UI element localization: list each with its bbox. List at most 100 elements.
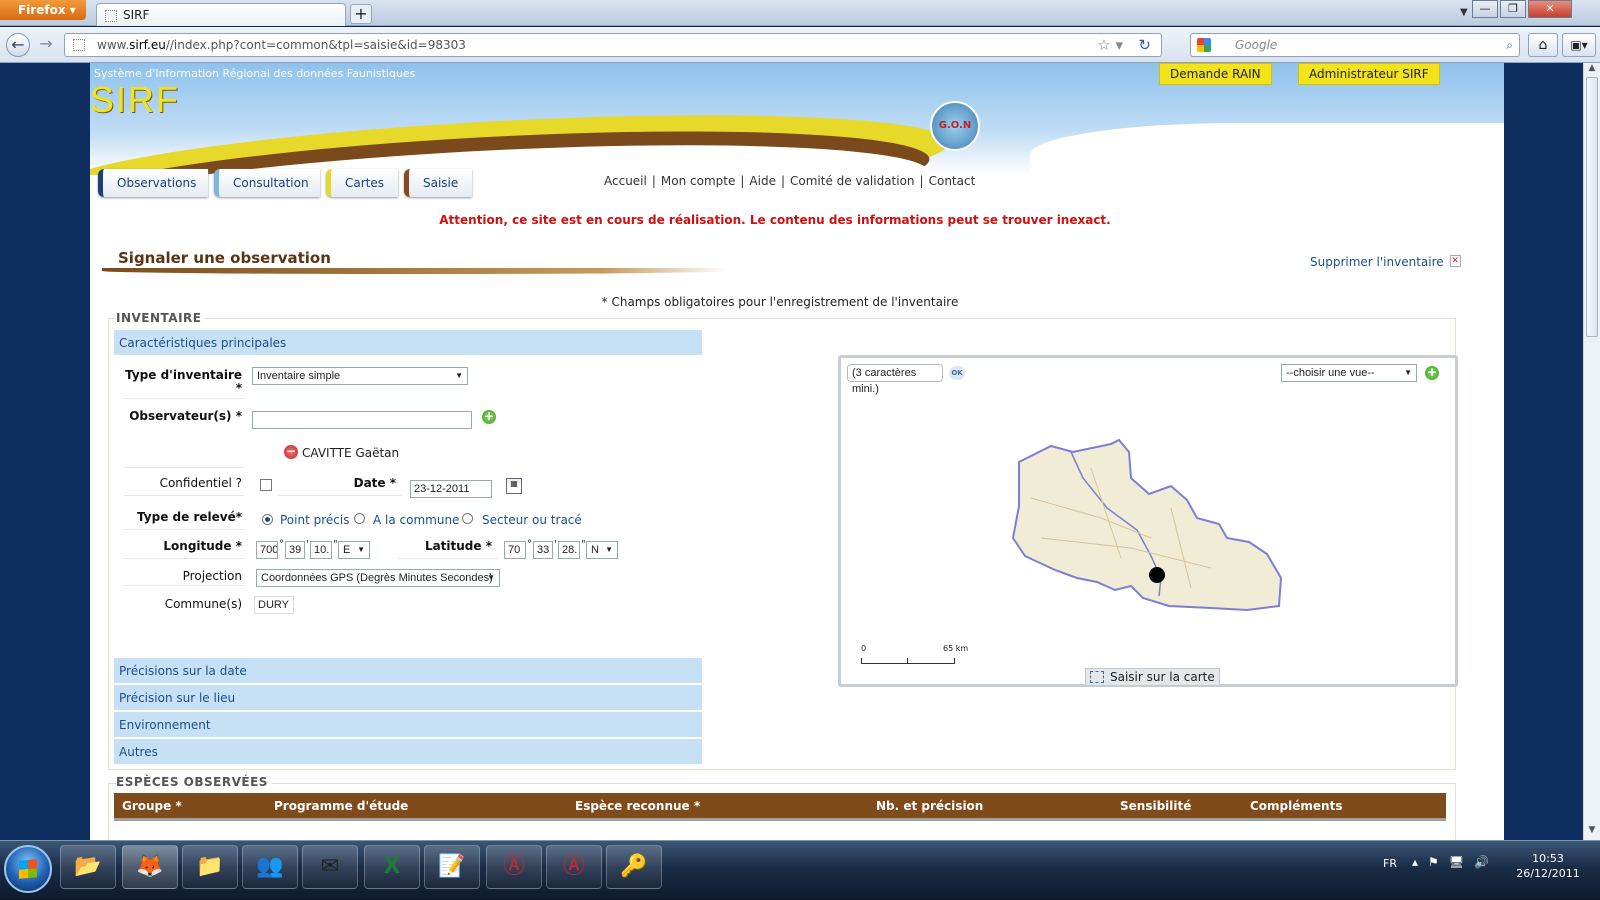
column-groupe[interactable]: Groupe * [122, 799, 182, 813]
link-mon-compte[interactable]: Mon compte [661, 174, 735, 188]
restore-button[interactable]: ❐ [1500, 0, 1526, 18]
map-ok-button[interactable]: OK [949, 366, 965, 380]
site-logo[interactable]: SIRF [90, 79, 180, 121]
language-indicator[interactable]: FR [1383, 857, 1397, 870]
site-identity-icon[interactable] [73, 39, 85, 51]
radio-label-a-la-commune[interactable]: A la commune [373, 513, 459, 527]
map-search-input[interactable]: (3 caractères mini.) [847, 364, 943, 395]
radio-label-point-precis[interactable]: Point précis [280, 513, 349, 527]
windows-taskbar: 📂 🦊 📁 👥 ✉ X 📝 Ⓐ Ⓐ 🔑 FR ▴⚑🖥🔊 10:53 26/12/… [0, 840, 1600, 900]
tab-list-icon[interactable]: ▼ [1460, 7, 1468, 18]
tab-sirf[interactable]: SIRF [96, 3, 346, 26]
system-tray-icons[interactable]: ▴⚑🖥🔊 [1412, 855, 1499, 869]
date-input[interactable]: 23-12-2011 [410, 480, 492, 498]
taskbar-clock[interactable]: 10:53 26/12/2011 [1508, 851, 1588, 881]
scrollbar-thumb[interactable] [1586, 77, 1598, 337]
longitude-degrees-input[interactable]: 700 [256, 541, 278, 559]
taskbar-acrobat-icon[interactable]: Ⓐ [486, 845, 542, 889]
capture-on-map-button[interactable]: Saisir sur la carte [1085, 668, 1220, 686]
scroll-down-icon[interactable]: ▼ [1586, 825, 1598, 835]
address-bar[interactable]: www.sirf.eu//index.php?cont=common&tpl=s… [64, 33, 1162, 57]
site-container: Système d'Information Régional des donné… [90, 63, 1504, 840]
latitude-degrees-input[interactable]: 70 [504, 541, 526, 559]
tab-saisie[interactable]: Saisie [404, 169, 472, 197]
radio-point-precis[interactable] [262, 514, 273, 525]
scroll-up-icon[interactable]: ▲ [1586, 63, 1598, 73]
link-contact[interactable]: Contact [929, 174, 976, 188]
column-complements[interactable]: Compléments [1250, 799, 1342, 813]
longitude-direction-select[interactable]: E ▼ [338, 541, 370, 559]
addon-bar-icon[interactable]: ▣▾ [1562, 33, 1596, 57]
section-others[interactable]: Autres [114, 738, 702, 764]
confidential-checkbox[interactable] [260, 479, 272, 491]
back-button[interactable]: ← [6, 33, 30, 57]
taskbar-firefox-icon[interactable]: 🦊 [122, 845, 178, 889]
home-icon[interactable]: ⌂ [1528, 33, 1558, 57]
row-divider [124, 558, 244, 559]
tab-observations[interactable]: Observations [98, 169, 208, 197]
minimize-button[interactable]: — [1472, 0, 1498, 18]
observers-input[interactable] [252, 411, 472, 429]
new-tab-button[interactable]: + [350, 4, 372, 24]
map-panel[interactable]: (3 caractères mini.) OK --choisir une vu… [838, 355, 1458, 687]
taskbar-notepad-icon[interactable]: 📝 [424, 845, 480, 889]
scale-line [861, 658, 955, 664]
date-label: Date * [353, 476, 396, 490]
type-inventaire-select[interactable]: Inventaire simple ▼ [252, 367, 468, 385]
link-accueil[interactable]: Accueil [604, 174, 647, 188]
longitude-seconds-input[interactable]: 10. [310, 541, 332, 559]
reload-icon[interactable]: ↻ [1138, 34, 1151, 56]
add-view-icon[interactable]: + [1425, 366, 1439, 380]
latitude-seconds-input[interactable]: 28. [558, 541, 580, 559]
section-place-precision[interactable]: Précision sur le lieu [114, 684, 702, 710]
admin-sirf-button[interactable]: Administrateur SIRF [1298, 63, 1440, 85]
radio-a-la-commune[interactable] [354, 513, 365, 524]
add-observer-icon[interactable]: + [482, 410, 496, 424]
gon-logo[interactable]: G.O.N [930, 101, 980, 151]
delete-inventory-link[interactable]: Supprimer l'inventaire ✕ [1310, 255, 1461, 269]
taskbar-network-icon[interactable]: 👥 [242, 845, 298, 889]
taskbar-excel-icon[interactable]: X [364, 845, 420, 889]
taskbar-mail-icon[interactable]: ✉ [302, 845, 358, 889]
link-comite-validation[interactable]: Comité de validation [790, 174, 915, 188]
delete-icon[interactable]: ✕ [1449, 255, 1461, 267]
taskbar-explorer-icon[interactable]: 📂 [60, 845, 116, 889]
view-select[interactable]: --choisir une vue-- ▼ [1281, 364, 1417, 382]
link-aide[interactable]: Aide [749, 174, 776, 188]
latitude-minutes-input[interactable]: 33 [533, 541, 553, 559]
tab-cartes[interactable]: Cartes [326, 169, 398, 197]
bookmark-star-icon[interactable]: ☆ ▾ [1097, 34, 1123, 56]
vertical-scrollbar[interactable]: ▲ ▼ [1583, 63, 1600, 840]
tab-consultation[interactable]: Consultation [214, 169, 320, 197]
google-icon[interactable] [1197, 38, 1211, 52]
commune-value[interactable]: DURY [254, 596, 294, 614]
demande-rain-button[interactable]: Demande RAIN [1159, 63, 1272, 85]
column-sensibilite[interactable]: Sensibilité [1120, 799, 1191, 813]
calendar-icon[interactable]: ▦ [506, 478, 522, 494]
close-window-button[interactable]: ✕ [1528, 0, 1572, 18]
column-programme[interactable]: Programme d'étude [274, 799, 408, 813]
start-button[interactable] [4, 845, 52, 893]
projection-select[interactable]: Coordonnées GPS (Degrès Minutes Secondes… [256, 569, 500, 587]
latitude-direction-select[interactable]: N ▼ [586, 541, 618, 559]
longitude-minutes-input[interactable]: 39 [285, 541, 305, 559]
search-input[interactable]: Google ⌕ [1190, 33, 1520, 57]
longitude-label: Longitude * [163, 539, 242, 553]
taskbar-acrobat-icon[interactable]: Ⓐ [546, 845, 602, 889]
column-nombre[interactable]: Nb. et précision [876, 799, 983, 813]
section-main-characteristics[interactable]: Caractéristiques principales [114, 329, 702, 355]
radio-label-secteur-trace[interactable]: Secteur ou tracé [482, 513, 582, 527]
firefox-menu-button[interactable]: Firefox ▾ [0, 0, 86, 20]
taskbar-folder-icon[interactable]: 📁 [182, 845, 238, 889]
forward-button[interactable]: → [34, 33, 58, 57]
radio-secteur-trace[interactable] [462, 513, 473, 524]
section-environment[interactable]: Environnement [114, 711, 702, 737]
section-date-precision[interactable]: Précisions sur la date [114, 657, 702, 683]
second-symbol: " [333, 539, 338, 550]
column-espece[interactable]: Espèce reconnue * [575, 799, 700, 813]
browser-titlebar: Firefox ▾ SIRF + ▼ — ❐ ✕ [0, 0, 1600, 26]
search-go-icon[interactable]: ⌕ [1506, 34, 1513, 56]
taskbar-access-icon[interactable]: 🔑 [606, 845, 662, 889]
region-map[interactable] [1011, 438, 1291, 628]
remove-observer-icon[interactable]: − [284, 445, 298, 459]
